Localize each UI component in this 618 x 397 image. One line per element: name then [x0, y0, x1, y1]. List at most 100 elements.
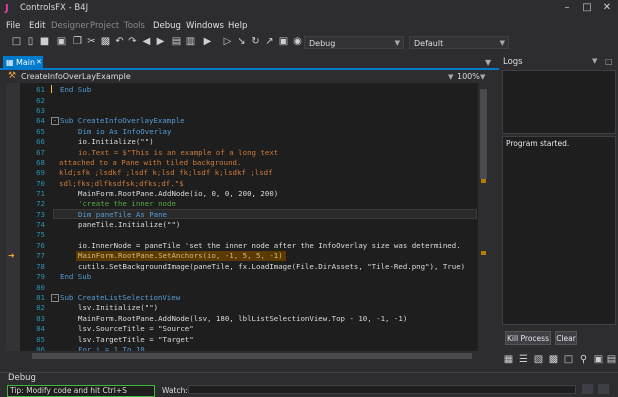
close-icon[interactable]: ✕: [600, 2, 614, 14]
menu-tools[interactable]: Tools: [124, 20, 145, 32]
run-icon[interactable]: ▷: [222, 36, 233, 47]
files-icon[interactable]: □: [563, 354, 574, 365]
bookmark-icon[interactable]: ▶: [202, 36, 213, 47]
line-number: 66: [36, 137, 45, 146]
menu-project[interactable]: Project: [90, 20, 119, 32]
scroll-thumb[interactable]: [32, 353, 472, 359]
comment-block-icon[interactable]: ▤: [171, 36, 182, 47]
tab-list-icon[interactable]: ▼: [485, 58, 491, 67]
uncomment-block-icon[interactable]: ▥: [185, 36, 196, 47]
code-line: sdl;fks;dlfksdfsk;dfks;df."$: [59, 179, 184, 188]
chevron-down-icon[interactable]: ▼: [480, 72, 485, 83]
menu-debug[interactable]: Debug: [153, 20, 181, 32]
line-number: 83: [36, 314, 45, 323]
chevron-down-icon[interactable]: ▼: [592, 57, 597, 65]
logs-output[interactable]: [502, 136, 616, 325]
line-number: 76: [36, 241, 45, 250]
line-number: 68: [36, 158, 45, 167]
code-line: attached to a Pane with tiled background…: [59, 158, 242, 167]
pause-icon[interactable]: ◉: [292, 36, 303, 47]
menu-designer[interactable]: Designer: [51, 20, 89, 32]
menu-file[interactable]: File: [6, 20, 20, 32]
debug-tip-box: Tip: Modify code and hit Ctrl+S: [7, 385, 155, 397]
scroll-marker: [481, 251, 486, 255]
title-bar: [0, 0, 618, 18]
code-line: 'create the inner node: [78, 199, 176, 208]
navigate-forward-icon[interactable]: ▶: [155, 36, 166, 47]
code-line: cutils.SetBackgroundImage(paneTile, fx.L…: [78, 262, 466, 271]
minimize-icon[interactable]: –: [560, 2, 574, 14]
line-number: 85: [36, 335, 45, 344]
logs-upper-area: [502, 70, 616, 134]
code-line: End Sub: [60, 272, 92, 281]
chevron-down-icon[interactable]: ▼: [448, 72, 453, 83]
line-number: 73: [36, 210, 45, 219]
code-line: MainForm.RootPane.SetAnchors(io, -1, 5, …: [78, 251, 283, 260]
vertical-scrollbar[interactable]: [478, 83, 489, 351]
bookmarks-icon[interactable]: ☰: [518, 354, 529, 365]
find-all-icon[interactable]: ▣: [593, 354, 604, 365]
open-folder-icon[interactable]: ▯: [25, 36, 36, 47]
kill-process-button[interactable]: Kill Process: [505, 331, 551, 345]
build-mode-combo[interactable]: Debug ▼: [304, 36, 404, 49]
code-line: lsv.TargetTitle = "Target": [78, 335, 194, 344]
search-icon[interactable]: ⚲: [578, 354, 589, 365]
zoom-level[interactable]: 100%: [457, 71, 480, 82]
logs-icon[interactable]: ▤: [606, 354, 617, 365]
paste-icon[interactable]: ▩: [100, 36, 111, 47]
save-all-icon[interactable]: ▣: [56, 36, 67, 47]
line-number: 79: [36, 272, 45, 281]
maximize-icon[interactable]: □: [580, 2, 594, 14]
line-number: 80: [36, 283, 45, 292]
scroll-thumb[interactable]: [480, 89, 487, 179]
watch-clear-button[interactable]: [598, 384, 609, 394]
editor-gutter[interactable]: [6, 83, 20, 351]
module-dropdown[interactable]: CreateInfoOverLayExample: [21, 71, 131, 82]
breakpoint-arrow-icon: ➜: [8, 251, 15, 260]
menu-windows[interactable]: Windows: [186, 20, 224, 32]
navigate-back-icon[interactable]: ◀: [141, 36, 152, 47]
step-in-icon[interactable]: ↘: [236, 36, 247, 47]
line-number: 77: [36, 251, 45, 260]
step-over-icon[interactable]: ↻: [250, 36, 261, 47]
code-line: End Sub: [60, 85, 92, 94]
collapse-icon[interactable]: -: [51, 294, 59, 302]
line-number: 74: [36, 220, 45, 229]
window-title: ControlsFX - B4J: [20, 3, 89, 13]
modules-icon[interactable]: ▩: [548, 354, 559, 365]
scroll-marker: [481, 179, 486, 183]
line-number: 64: [36, 116, 45, 125]
undo-icon[interactable]: ↶: [114, 36, 125, 47]
build-config-value: Default: [414, 39, 444, 48]
module-icon: ⚒: [8, 71, 17, 81]
step-out-icon[interactable]: ↗: [264, 36, 275, 47]
redo-icon[interactable]: ↷: [127, 36, 138, 47]
copy-icon[interactable]: ❐: [72, 36, 83, 47]
line-number: 81: [36, 293, 45, 302]
menu-edit[interactable]: Edit: [29, 20, 45, 32]
build-config-combo[interactable]: Default ▼: [409, 36, 509, 49]
pin-icon[interactable]: □: [605, 57, 613, 66]
build-mode-value: Debug: [309, 39, 336, 48]
code-line: io.InnerNode = paneTile 'set the inner n…: [78, 241, 461, 250]
cut-icon[interactable]: ✂: [86, 36, 97, 47]
designer-icon[interactable]: ▦: [503, 354, 514, 365]
clear-button[interactable]: Clear: [555, 331, 577, 345]
logs-title: Logs: [503, 57, 523, 67]
code-line: lsv.Initialize(""): [78, 303, 159, 312]
new-file-icon[interactable]: □: [11, 36, 22, 47]
b4j-icon: J: [5, 3, 9, 14]
debug-tip: Tip: Modify code and hit Ctrl+S: [10, 386, 127, 395]
stop-icon[interactable]: ▣: [278, 36, 289, 47]
line-number: 84: [36, 324, 45, 333]
horizontal-scrollbar[interactable]: [20, 351, 489, 361]
save-icon[interactable]: ■: [39, 36, 50, 47]
collapse-icon[interactable]: -: [51, 117, 59, 125]
chevron-down-icon: ▼: [499, 39, 505, 47]
menu-help[interactable]: Help: [228, 20, 247, 32]
watch-input[interactable]: [188, 385, 576, 394]
line-number: 65: [36, 127, 45, 136]
watch-add-button[interactable]: [582, 384, 593, 394]
libraries-icon[interactable]: ▧: [533, 354, 544, 365]
line-number: 67: [36, 148, 45, 157]
